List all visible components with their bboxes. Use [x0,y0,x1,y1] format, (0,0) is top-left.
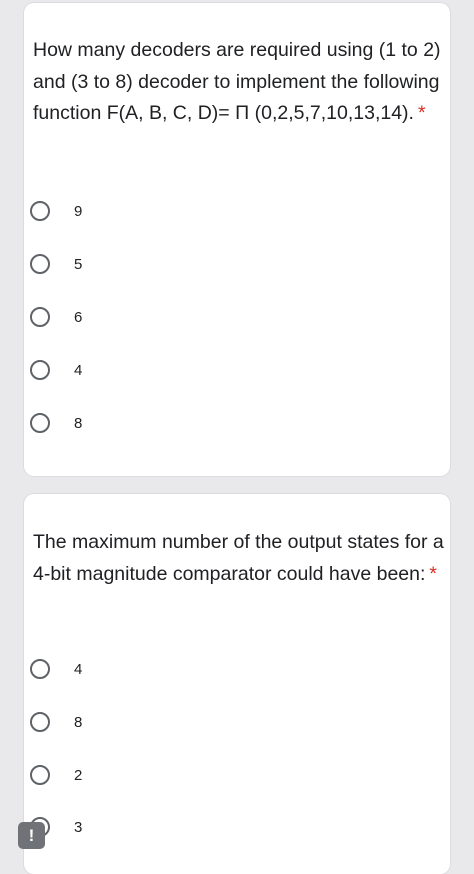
question-text: How many decoders are required using (1 … [33,39,441,124]
question-text: The maximum number of the output states … [33,531,444,585]
option-q1-6[interactable]: 6 [30,302,82,332]
report-problem-icon: ! [28,825,35,845]
option-q2-8[interactable]: 8 [30,707,82,737]
option-label: 6 [74,308,83,326]
option-label: 5 [74,255,83,273]
question-title-1: How many decoders are required using (1 … [33,35,454,130]
option-label: 3 [74,818,83,836]
radio-unchecked-icon[interactable] [30,201,50,221]
radio-unchecked-icon[interactable] [30,254,50,274]
option-label: 8 [74,713,83,731]
radio-unchecked-icon[interactable] [30,360,50,380]
option-q2-4[interactable]: 4 [30,654,82,684]
option-q1-4[interactable]: 4 [30,355,82,385]
required-asterisk: * [429,562,438,585]
radio-unchecked-icon[interactable] [30,765,50,785]
radio-unchecked-icon[interactable] [30,712,50,732]
option-q1-8[interactable]: 8 [30,408,82,438]
required-asterisk: * [417,102,426,124]
option-label: 9 [74,202,83,220]
report-problem-button[interactable]: ! [18,822,45,849]
radio-unchecked-icon[interactable] [30,307,50,327]
radio-unchecked-icon[interactable] [30,659,50,679]
option-label: 8 [74,414,83,432]
question-title-2: The maximum number of the output states … [33,527,454,590]
option-label: 4 [74,361,83,379]
option-q2-2[interactable]: 2 [30,760,82,790]
radio-unchecked-icon[interactable] [30,413,50,433]
option-label: 4 [74,660,83,678]
option-q1-9[interactable]: 9 [30,196,82,226]
option-q1-5[interactable]: 5 [30,249,82,279]
option-label: 2 [74,766,83,784]
